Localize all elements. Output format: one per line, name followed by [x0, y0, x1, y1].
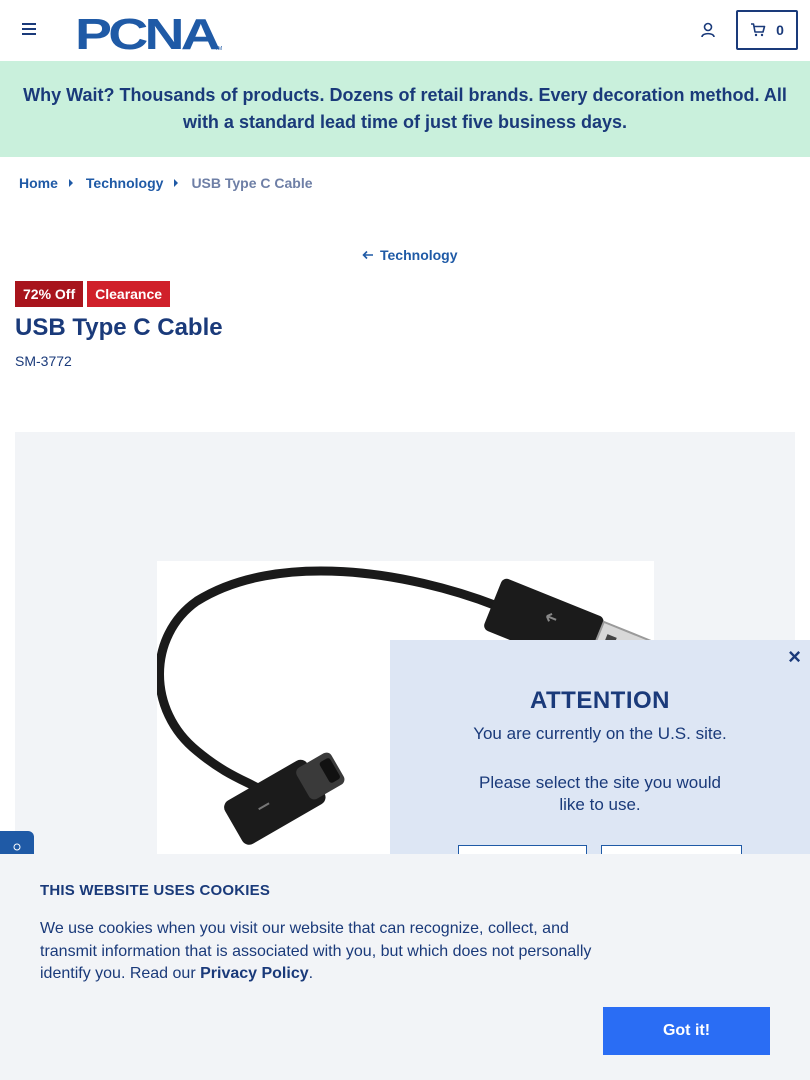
attention-current-site: You are currently on the U.S. site.	[473, 724, 727, 743]
product-sku: SM-3772	[15, 353, 72, 369]
breadcrumb-separator-icon	[68, 179, 73, 187]
logo-tm: TM	[215, 46, 222, 51]
back-to-category-link[interactable]: Technology	[362, 247, 458, 263]
clearance-badge: Clearance	[87, 281, 171, 307]
promo-banner: Why Wait? Thousands of products. Dozens …	[0, 61, 810, 157]
accept-cookies-button[interactable]: Got it!	[603, 1007, 770, 1055]
site-header: PCNA TM 0	[0, 0, 810, 61]
cookie-title: THIS WEBSITE USES COOKIES	[40, 882, 271, 899]
attention-instruction: Please select the site you would like to…	[479, 773, 721, 814]
cart-button[interactable]: 0	[736, 10, 798, 50]
feedback-icon	[13, 843, 21, 851]
breadcrumb-current: USB Type C Cable	[191, 175, 313, 191]
privacy-policy-link[interactable]: Privacy Policy	[200, 965, 309, 982]
breadcrumb-home[interactable]: Home	[19, 175, 58, 191]
product-badges: 72% Off Clearance	[15, 281, 171, 307]
logo-text: PCNA	[75, 10, 220, 51]
discount-badge: 72% Off	[15, 281, 84, 307]
cookie-banner: THIS WEBSITE USES COOKIES We use cookies…	[0, 854, 810, 1080]
cart-count: 0	[776, 22, 784, 38]
cookie-text-body: We use cookies when you visit our websit…	[40, 920, 592, 982]
promo-text: Why Wait? Thousands of products. Dozens …	[23, 85, 787, 132]
close-icon[interactable]: ×	[788, 646, 801, 668]
back-link-label: Technology	[380, 247, 458, 263]
attention-title: ATTENTION	[529, 687, 671, 714]
site-selection-modal: × ATTENTION You are currently on the U.S…	[390, 640, 810, 885]
breadcrumb: Home Technology USB Type C Cable	[19, 175, 313, 191]
breadcrumb-technology[interactable]: Technology	[86, 175, 164, 191]
cart-icon	[751, 23, 766, 37]
arrow-left-icon	[362, 250, 373, 260]
product-title: USB Type C Cable	[15, 314, 223, 341]
menu-icon[interactable]	[22, 23, 36, 37]
breadcrumb-separator-icon	[174, 179, 179, 187]
cookie-text-end: .	[308, 965, 314, 982]
cookie-text: We use cookies when you visit our websit…	[40, 918, 600, 986]
pcna-logo[interactable]: PCNA TM	[75, 9, 225, 59]
account-icon[interactable]	[699, 21, 717, 39]
